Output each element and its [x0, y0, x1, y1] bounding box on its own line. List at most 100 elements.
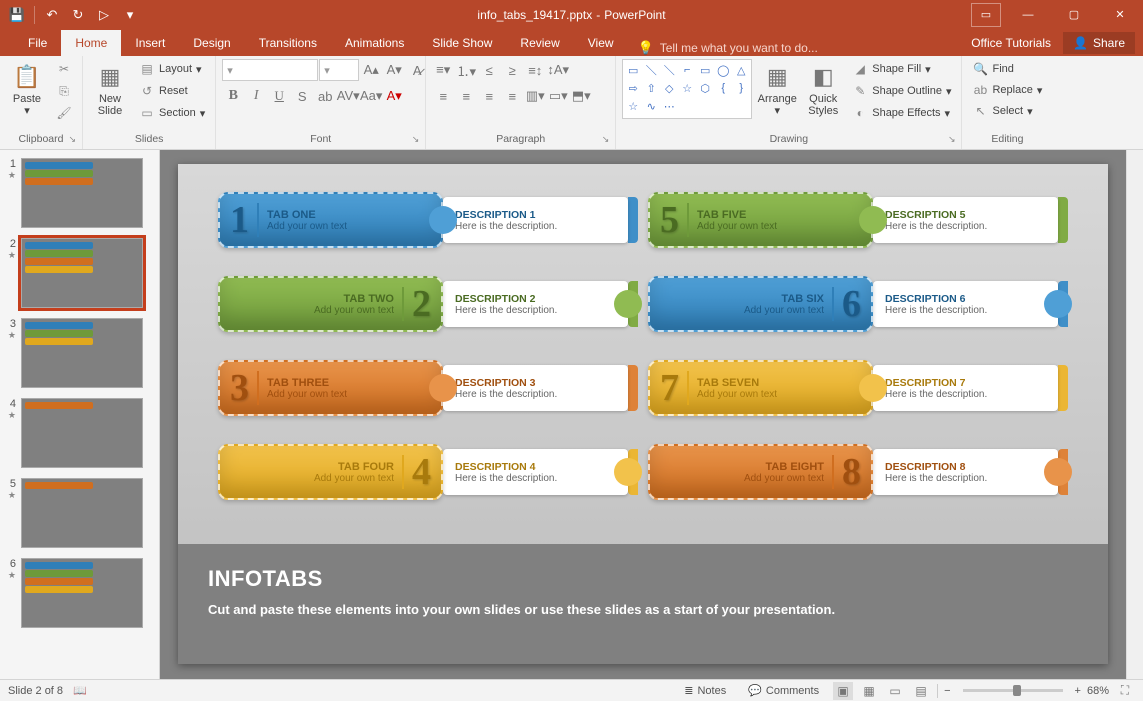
zoom-out-button[interactable]: − [944, 685, 950, 697]
increase-font-button[interactable]: A▴ [360, 59, 382, 81]
start-from-beginning-button[interactable]: ▷ [93, 4, 115, 26]
zoom-in-button[interactable]: + [1075, 685, 1081, 697]
sorter-view-button[interactable]: ▦ [859, 682, 879, 700]
infotab[interactable]: DESCRIPTION 2Here is the description.2TA… [218, 276, 638, 332]
shape-outline-button[interactable]: ✎Shape Outline ▾ [848, 81, 955, 101]
new-slide-button[interactable]: ▦ New Slide [89, 59, 131, 119]
close-button[interactable]: ✕ [1097, 0, 1143, 29]
reset-button[interactable]: ↺Reset [135, 81, 209, 101]
slide-thumbnail[interactable] [21, 478, 143, 548]
fit-to-window-button[interactable]: ⛶ [1115, 682, 1135, 700]
normal-view-button[interactable]: ▣ [833, 682, 853, 700]
comments-button[interactable]: 💬Comments [740, 684, 827, 697]
format-painter-button[interactable]: 🖌 [52, 103, 76, 123]
tell-me-search[interactable]: 💡 Tell me what you want to do... [628, 40, 828, 56]
account-name[interactable]: Office Tutorials [963, 30, 1059, 56]
tab-slideshow[interactable]: Slide Show [418, 30, 506, 56]
slide[interactable]: 1TAB ONEAdd your own textDESCRIPTION 1He… [178, 164, 1108, 664]
align-left-button[interactable]: ≡ [432, 85, 454, 107]
infotab[interactable]: DESCRIPTION 8Here is the description.8TA… [648, 444, 1068, 500]
text-shadow-button[interactable]: ab [314, 85, 336, 107]
change-case-button[interactable]: Aa▾ [360, 85, 382, 107]
shapes-gallery[interactable]: ▭ ＼ ＼ ⌐ ▭ ◯ △ ⇨ ⇧ ◇ ☆ ⬡ { } ☆ ∿ ⋯ [622, 59, 752, 119]
slide-count-label[interactable]: Slide 2 of 8 [8, 685, 63, 697]
tab-view[interactable]: View [574, 30, 628, 56]
tab-insert[interactable]: Insert [121, 30, 179, 56]
tab-transitions[interactable]: Transitions [245, 30, 331, 56]
replace-button[interactable]: abReplace ▾ [968, 80, 1046, 100]
save-button[interactable]: 💾 [6, 4, 28, 26]
align-right-button[interactable]: ≡ [478, 85, 500, 107]
select-button[interactable]: ↖Select ▾ [968, 101, 1046, 121]
decrease-indent-button[interactable]: ≤ [478, 59, 500, 81]
cut-button[interactable]: ✂ [52, 59, 76, 79]
slide-thumbnail[interactable] [21, 558, 143, 628]
section-button[interactable]: ▭Section ▾ [135, 103, 209, 123]
spellcheck-button[interactable]: 📖 [73, 684, 87, 697]
paragraph-launcher[interactable]: ↘ [602, 134, 610, 145]
slide-thumbnail[interactable] [21, 238, 143, 308]
copy-button[interactable]: ⎘ [52, 81, 76, 101]
quick-styles-button[interactable]: ◧ Quick Styles [802, 59, 844, 119]
redo-button[interactable]: ↻ [67, 4, 89, 26]
slide-thumbnail[interactable] [21, 318, 143, 388]
tab-home[interactable]: Home [61, 30, 121, 56]
restore-button[interactable]: ▢ [1051, 0, 1097, 29]
drawing-launcher[interactable]: ↘ [948, 134, 956, 145]
layout-button[interactable]: ▤Layout ▾ [135, 59, 209, 79]
font-color-button[interactable]: A▾ [383, 85, 405, 107]
font-family-combo[interactable]: ▾ [222, 59, 318, 81]
smartart-button[interactable]: ⬒▾ [570, 85, 592, 107]
undo-button[interactable]: ↶ [41, 4, 63, 26]
text-direction-button[interactable]: ↕A▾ [547, 59, 569, 81]
align-center-button[interactable]: ≡ [455, 85, 477, 107]
infotab[interactable]: 5TAB FIVEAdd your own textDESCRIPTION 5H… [648, 192, 1068, 248]
shape-fill-button[interactable]: ◢Shape Fill ▾ [848, 59, 955, 79]
share-button[interactable]: 👤 Share [1063, 32, 1135, 54]
numbering-button[interactable]: ⒈▾ [455, 59, 477, 81]
find-button[interactable]: 🔍Find [968, 59, 1046, 79]
ribbon-display-options-button[interactable]: ▭ [971, 3, 1001, 27]
clear-formatting-button[interactable]: A̷ [406, 59, 428, 81]
minimize-button[interactable]: — [1005, 0, 1051, 29]
font-size-combo[interactable]: ▾ [319, 59, 359, 81]
line-spacing-button[interactable]: ≡↕ [524, 59, 546, 81]
bold-button[interactable]: B [222, 85, 244, 107]
underline-button[interactable]: U [268, 85, 290, 107]
italic-button[interactable]: I [245, 85, 267, 107]
infotab[interactable]: 1TAB ONEAdd your own textDESCRIPTION 1He… [218, 192, 638, 248]
tab-file[interactable]: File [14, 30, 61, 56]
arrange-button[interactable]: ▦ Arrange ▾ [756, 59, 798, 119]
thumbnail-panel[interactable]: 1★2★3★4★5★6★ [0, 150, 160, 679]
zoom-level-label[interactable]: 68% [1087, 685, 1109, 697]
slide-thumbnail[interactable] [21, 398, 143, 468]
bullets-button[interactable]: ≡▾ [432, 59, 454, 81]
strikethrough-button[interactable]: S [291, 85, 313, 107]
shape-effects-button[interactable]: ◐Shape Effects ▾ [848, 103, 955, 123]
align-text-button[interactable]: ▭▾ [547, 85, 569, 107]
char-spacing-button[interactable]: AV▾ [337, 85, 359, 107]
vertical-scrollbar[interactable] [1126, 150, 1143, 679]
slideshow-view-button[interactable]: ▤ [911, 682, 931, 700]
tab-design[interactable]: Design [179, 30, 244, 56]
font-launcher[interactable]: ↘ [412, 134, 420, 145]
columns-button[interactable]: ▥▾ [524, 85, 546, 107]
justify-button[interactable]: ≡ [501, 85, 523, 107]
zoom-slider[interactable] [963, 689, 1063, 692]
paste-button[interactable]: 📋 Paste ▾ [6, 59, 48, 119]
infotab[interactable]: 3TAB THREEAdd your own textDESCRIPTION 3… [218, 360, 638, 416]
tab-animations[interactable]: Animations [331, 30, 418, 56]
slide-canvas-area[interactable]: 1TAB ONEAdd your own textDESCRIPTION 1He… [160, 150, 1126, 679]
infotab[interactable]: 7TAB SEVENAdd your own textDESCRIPTION 7… [648, 360, 1068, 416]
reading-view-button[interactable]: ▭ [885, 682, 905, 700]
tab-review[interactable]: Review [506, 30, 573, 56]
notes-button[interactable]: ≣Notes [676, 684, 734, 697]
decrease-font-button[interactable]: A▾ [383, 59, 405, 81]
infotab[interactable]: DESCRIPTION 4Here is the description.4TA… [218, 444, 638, 500]
slide-footer[interactable]: INFOTABS Cut and paste these elements in… [178, 544, 1108, 664]
qat-customize-button[interactable]: ▾ [119, 4, 141, 26]
infotab[interactable]: DESCRIPTION 6Here is the description.6TA… [648, 276, 1068, 332]
increase-indent-button[interactable]: ≥ [501, 59, 523, 81]
zoom-slider-thumb[interactable] [1013, 685, 1021, 696]
clipboard-launcher[interactable]: ↘ [68, 134, 76, 145]
